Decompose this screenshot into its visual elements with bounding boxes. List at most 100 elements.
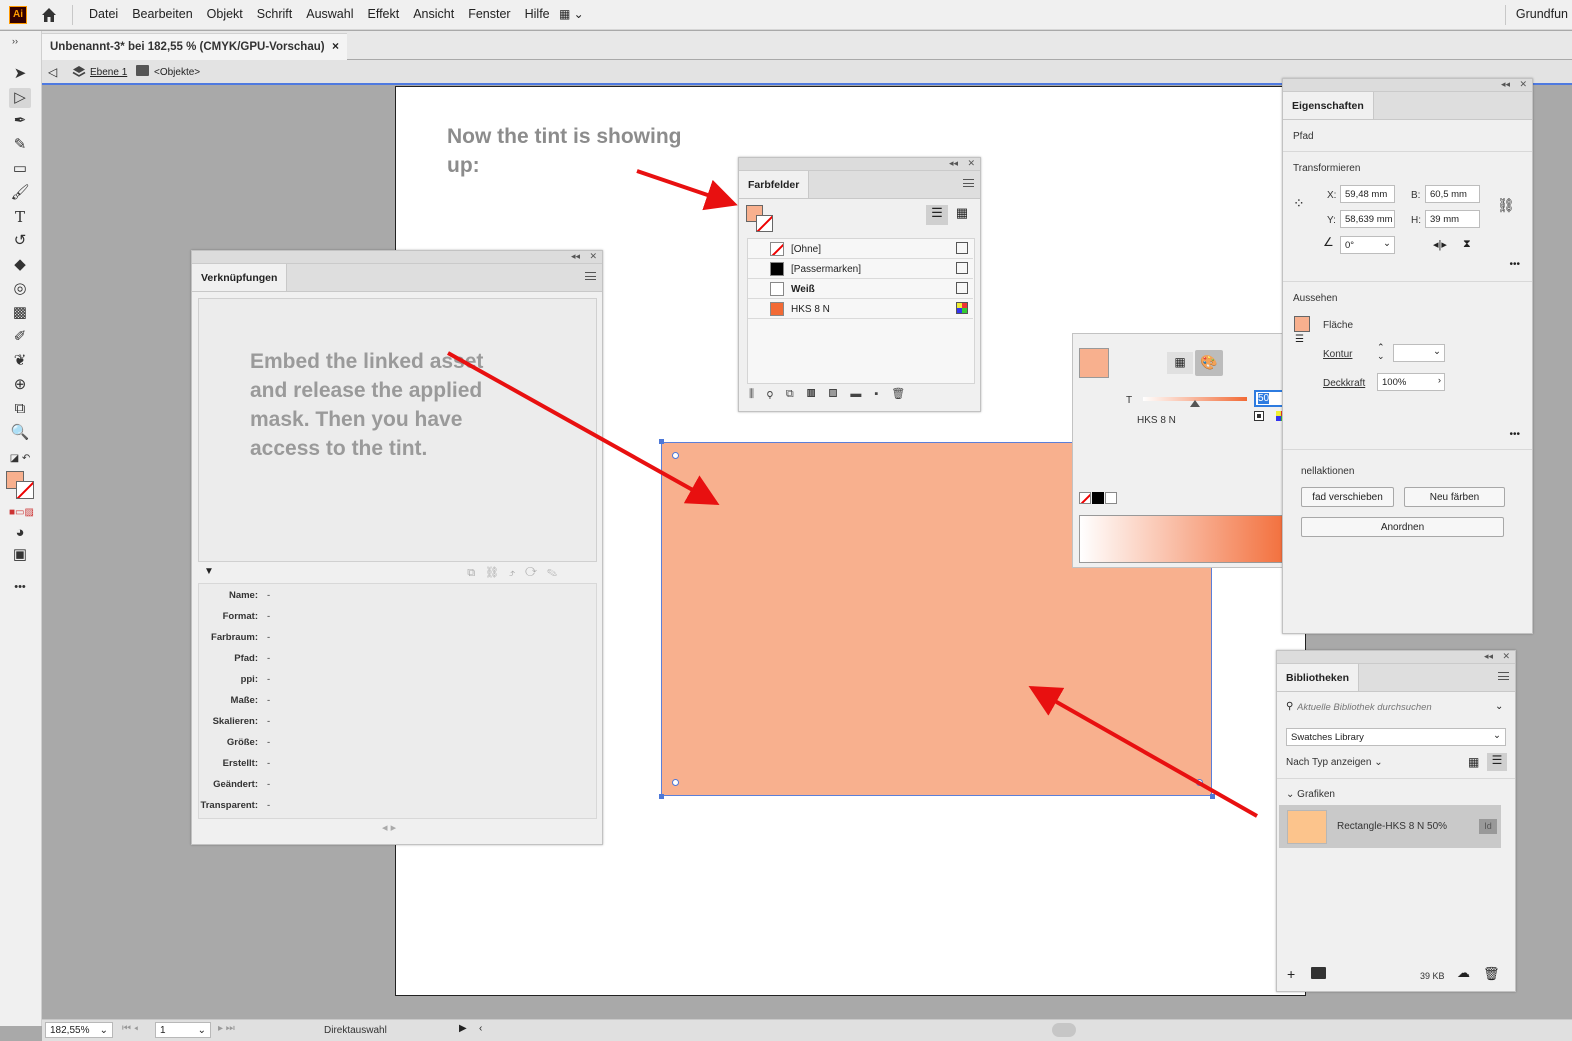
collapse-toolbar-icon[interactable]: ›› xyxy=(4,31,26,51)
reference-point-icon[interactable]: ⁘ xyxy=(1293,195,1305,212)
more-tools-icon[interactable]: ••• xyxy=(9,577,31,597)
corner-widget[interactable] xyxy=(1196,779,1203,786)
width-field[interactable]: 60,5 mm xyxy=(1425,185,1480,203)
trash-icon[interactable]: 🗑 xyxy=(1483,966,1500,982)
close-panel-icon[interactable]: ✕ xyxy=(589,251,597,262)
swatch-row[interactable]: Weiß xyxy=(748,279,973,299)
flip-vertical-icon[interactable]: ⧗ xyxy=(1463,238,1471,251)
type-tool-icon[interactable]: T xyxy=(9,207,31,227)
menu-4[interactable]: Auswahl xyxy=(299,7,360,21)
height-field[interactable]: 39 mm xyxy=(1425,210,1480,228)
selection-tool-icon[interactable]: ➤ xyxy=(9,64,31,84)
swap-colors-icon[interactable]: ◪ ↶ xyxy=(9,449,31,469)
direct-selection-tool-icon[interactable]: ▷ xyxy=(9,88,31,108)
swatch-row[interactable]: [Ohne] xyxy=(748,239,973,259)
collapse-panel-icon[interactable]: ◂◂ xyxy=(571,251,580,262)
tab-properties[interactable]: Eigenschaften xyxy=(1283,92,1374,119)
grid-view-icon[interactable]: ▦ xyxy=(1468,755,1479,769)
new-group-folder-icon[interactable] xyxy=(1311,967,1326,979)
appearance-list-icon[interactable]: ☰ xyxy=(1295,334,1304,345)
status-menu-arrow-icon[interactable]: ▶ xyxy=(459,1023,467,1034)
offset-path-button[interactable]: fad verschieben xyxy=(1301,487,1394,507)
none-color-button[interactable] xyxy=(1079,492,1091,504)
menu-0[interactable]: Datei xyxy=(82,7,125,21)
scroll-left-icon[interactable]: ‹ xyxy=(479,1023,482,1034)
breadcrumb-group[interactable]: <Objekte> xyxy=(154,67,200,78)
collapse-panel-icon[interactable]: ◂◂ xyxy=(949,158,958,169)
show-info-toggle-icon[interactable]: ▼ xyxy=(204,566,214,577)
fill-swatch[interactable] xyxy=(1294,316,1310,332)
selection-handle[interactable] xyxy=(1210,794,1215,799)
workspace-switcher-icon[interactable]: ▦ ⌄ xyxy=(559,7,584,21)
selection-handle[interactable] xyxy=(659,439,664,444)
menu-8[interactable]: Hilfe xyxy=(518,7,557,21)
last-artboard-icon[interactable]: ▸ ⏭ xyxy=(218,1023,235,1034)
menu-5[interactable]: Effekt xyxy=(360,7,406,21)
panel-menu-icon[interactable] xyxy=(1498,672,1509,680)
flip-horizontal-icon[interactable]: ◂|▸ xyxy=(1433,238,1447,251)
menu-2[interactable]: Objekt xyxy=(200,7,250,21)
horizontal-scrollbar-thumb[interactable] xyxy=(1052,1023,1076,1037)
eraser-tool-icon[interactable]: ◆ xyxy=(9,255,31,275)
tab-links[interactable]: Verknüpfungen xyxy=(192,264,288,291)
document-tab[interactable]: Unbenannt-3* bei 182,55 % (CMYK/GPU-Vors… xyxy=(42,33,347,60)
workspace-name[interactable]: Grundfun xyxy=(1516,7,1568,21)
zoom-field[interactable]: 182,55% ⌄ xyxy=(45,1022,113,1038)
close-tab-button[interactable]: × xyxy=(332,39,339,53)
curvature-tool-icon[interactable]: ✎ xyxy=(9,135,31,155)
constrain-proportions-icon[interactable]: ⛓ xyxy=(1497,197,1515,214)
stroke-stepper[interactable]: ⌃ ⌄ xyxy=(1377,343,1385,361)
more-options-button[interactable]: ••• xyxy=(1509,429,1520,440)
swatch-row[interactable]: HKS 8 N xyxy=(748,299,973,319)
stroke-swatch[interactable] xyxy=(756,215,773,232)
stroke-none-swatch[interactable] xyxy=(16,481,34,499)
panel-menu-icon[interactable] xyxy=(585,272,596,280)
paintbrush-tool-icon[interactable]: 🖌 xyxy=(9,183,31,203)
color-mode-icons[interactable]: ■▭▨ xyxy=(9,503,34,523)
symbol-sprayer-tool-icon[interactable]: ⊕ xyxy=(9,375,31,395)
home-icon[interactable] xyxy=(40,6,58,24)
shape-builder-tool-icon[interactable]: ◎ xyxy=(9,279,31,299)
selection-handle[interactable] xyxy=(659,794,664,799)
x-field[interactable]: 59,48 mm xyxy=(1340,185,1395,203)
y-field[interactable]: 58,639 mm xyxy=(1340,210,1395,228)
artboard-number-field[interactable]: 1 ⌄ xyxy=(155,1022,211,1038)
chevron-down-icon[interactable]: ⌄ xyxy=(1495,701,1503,712)
tint-ramp[interactable] xyxy=(1079,515,1294,563)
close-panel-icon[interactable]: ✕ xyxy=(1502,651,1510,662)
library-item[interactable]: Rectangle-HKS 8 N 50% Id xyxy=(1279,805,1501,848)
menu-7[interactable]: Fenster xyxy=(461,7,517,21)
grid-view-icon[interactable]: ▦ xyxy=(951,205,973,225)
list-view-icon[interactable]: ☰ xyxy=(1487,753,1507,771)
menu-1[interactable]: Bearbeiten xyxy=(125,7,199,21)
collapse-panel-icon[interactable]: ◂◂ xyxy=(1501,79,1510,90)
list-view-icon[interactable]: ☰ xyxy=(926,205,948,225)
tab-swatches[interactable]: Farbfelder xyxy=(739,171,810,198)
more-options-button[interactable]: ••• xyxy=(1509,259,1520,270)
tint-slider-thumb[interactable] xyxy=(1190,400,1200,407)
add-element-icon[interactable]: + xyxy=(1287,966,1295,982)
tab-libraries[interactable]: Bibliotheken xyxy=(1277,664,1360,691)
zoom-tool-icon[interactable]: 🔍 xyxy=(9,423,31,443)
scroll-arrows-icon[interactable]: ◂ ▸ xyxy=(382,821,396,834)
artboard-tool-icon[interactable]: ⧉ xyxy=(9,399,31,419)
stroke-weight-field[interactable]: ⌄ xyxy=(1393,344,1445,362)
swatch-row[interactable]: [Passermarken] xyxy=(748,259,973,279)
recolor-button[interactable]: Neu färben xyxy=(1404,487,1505,507)
cloud-icon[interactable]: ☁ xyxy=(1457,965,1470,981)
color-mode-icon[interactable]: ▦ xyxy=(1167,352,1193,374)
section-grafiken[interactable]: ⌄ Grafiken xyxy=(1286,789,1335,800)
pen-tool-icon[interactable]: ✒ xyxy=(9,111,31,131)
draw-mode-icon[interactable]: ◕ xyxy=(9,523,31,543)
screen-mode-icon[interactable]: ▣ xyxy=(9,545,31,565)
close-panel-icon[interactable]: ✕ xyxy=(1519,79,1527,90)
rotate-tool-icon[interactable]: ↺ xyxy=(9,231,31,251)
angle-field[interactable]: 0° ⌄ xyxy=(1340,236,1395,254)
color-guide-icon[interactable]: 🎨 xyxy=(1195,350,1223,376)
rectangle-tool-icon[interactable]: ▭ xyxy=(9,159,31,179)
blend-tool-icon[interactable]: ❦ xyxy=(9,351,31,371)
gradient-tool-icon[interactable]: ▩ xyxy=(9,303,31,323)
view-by-dropdown[interactable]: Nach Typ anzeigen ⌄ xyxy=(1286,757,1383,768)
collapse-panel-icon[interactable]: ◂◂ xyxy=(1484,651,1493,662)
breadcrumb-layer[interactable]: Ebene 1 xyxy=(90,67,127,78)
